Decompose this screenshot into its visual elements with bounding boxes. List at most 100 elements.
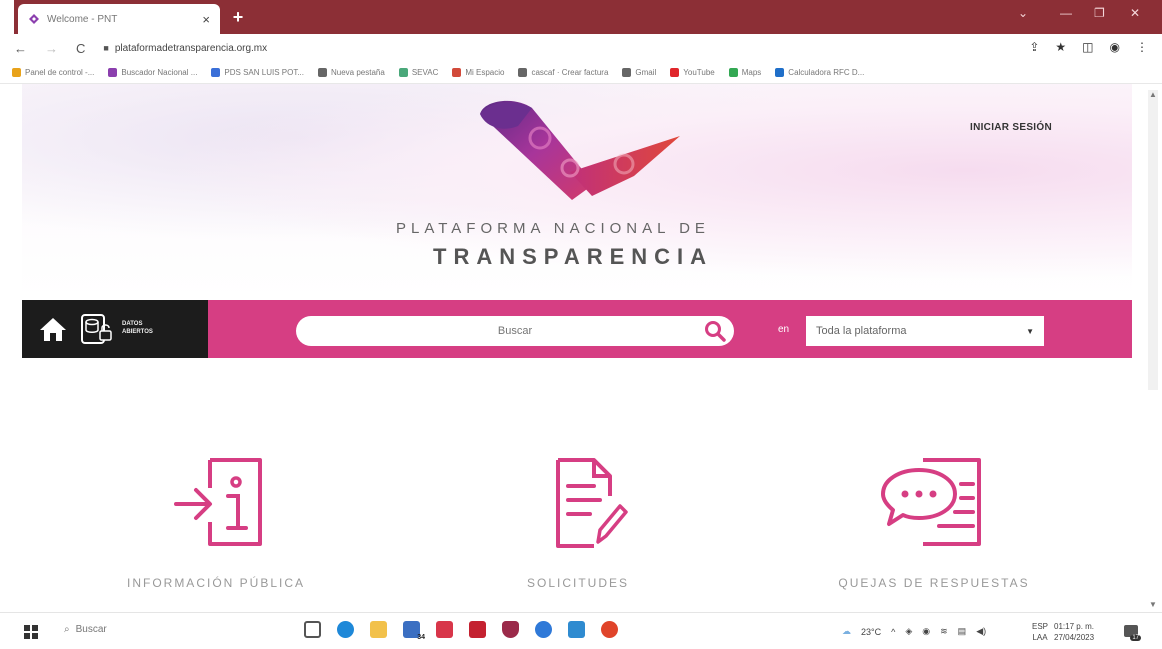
page-scrollbar[interactable] — [1148, 90, 1158, 390]
bookmark-item[interactable]: Panel de control -... — [12, 68, 94, 77]
feature-label: QUEJAS DE RESPUESTAS — [838, 576, 1030, 590]
scroll-up-icon[interactable]: ▲ — [1148, 90, 1158, 99]
bookmark-label: cascaf · Crear factura — [531, 68, 609, 77]
bookmark-item[interactable]: Calculadora RFC D... — [775, 68, 864, 77]
feature-label: SOLICITUDES — [526, 576, 629, 590]
feature-informacion-publica[interactable]: INFORMACIÓN PÚBLICA — [114, 456, 318, 590]
search-input[interactable] — [296, 316, 734, 346]
login-link[interactable]: INICIAR SESIÓN — [970, 122, 1052, 133]
feature-solicitudes[interactable]: SOLICITUDES — [476, 456, 680, 590]
scope-select[interactable]: Toda la plataforma ▼ — [806, 316, 1044, 346]
bookmark-item[interactable]: cascaf · Crear factura — [518, 68, 608, 77]
close-window-icon[interactable]: ✕ — [1130, 6, 1140, 20]
bookmark-star-icon[interactable]: ★ — [1055, 40, 1066, 54]
chevron-down-icon[interactable]: ⌄ — [1018, 6, 1028, 20]
tray-icon[interactable]: ◈ — [905, 626, 912, 637]
bookmark-item[interactable]: YouTube — [670, 68, 715, 77]
bookmark-favicon-icon — [728, 68, 738, 77]
restore-icon[interactable]: ❐ — [1094, 6, 1105, 20]
temperature[interactable]: 23°C — [861, 627, 881, 637]
profile-icon[interactable]: ◉ — [1110, 40, 1120, 54]
bookmark-label: Buscador Nacional ... — [121, 68, 198, 77]
bookmark-favicon-icon — [622, 68, 632, 77]
reload-button[interactable]: C — [76, 41, 85, 56]
calendar-icon[interactable] — [436, 621, 453, 638]
bookmark-favicon-icon — [12, 68, 21, 77]
feature-label: INFORMACIÓN PÚBLICA — [126, 576, 305, 590]
back-button[interactable]: ← — [14, 41, 27, 56]
forward-button[interactable]: → — [45, 41, 58, 56]
bookmark-favicon-icon — [211, 68, 221, 77]
open-data-label[interactable]: DATOS ABIERTOS — [122, 320, 182, 336]
home-nav: DATOS ABIERTOS — [22, 300, 208, 358]
document-pen-icon — [556, 458, 628, 548]
bookmark-favicon-icon — [318, 68, 327, 77]
bookmark-item[interactable]: Mi Espacio — [452, 68, 504, 77]
bookmark-item[interactable]: SEVAC — [398, 68, 439, 77]
page-content: INICIAR SESIÓN PLATAFORMA NACIONAL DE TR… — [0, 84, 1162, 612]
tab-title: Welcome - PNT — [47, 13, 118, 25]
scroll-down-icon[interactable]: ▼ — [1148, 600, 1158, 609]
clock[interactable]: 01:17 p. m. 27/04/2023 — [1054, 621, 1094, 643]
bookmark-item[interactable]: Maps — [728, 68, 762, 77]
bookmark-item[interactable]: PDS SAN LUIS POT... — [211, 68, 304, 77]
volume-icon[interactable]: ◀) — [976, 626, 986, 637]
bookmark-label: Maps — [741, 68, 762, 77]
scope-value: Toda la plataforma — [816, 325, 907, 337]
brand-line-2: TRANSPARENCIA — [433, 244, 714, 269]
minimize-icon[interactable]: — — [1060, 6, 1072, 20]
mail-icon[interactable]: 34 — [403, 621, 425, 641]
taskbar-search[interactable]: ⌕ Buscar — [64, 624, 107, 635]
bookmark-label: YouTube — [683, 68, 715, 77]
bookmark-label: Mi Espacio — [465, 68, 505, 77]
bookmark-favicon-icon — [108, 68, 118, 77]
bookmark-label: Gmail — [635, 68, 657, 77]
bookmark-label: SEVAC — [411, 68, 439, 77]
store-icon[interactable] — [568, 621, 585, 638]
bookmark-item[interactable]: Nueva pestaña — [318, 68, 385, 77]
app-icon[interactable] — [535, 621, 552, 638]
search-bar: DATOS ABIERTOS en Toda la plataforma ▼ — [22, 300, 1132, 358]
url-field[interactable]: plataformadetransparencia.org.mx — [115, 43, 267, 54]
chevron-up-icon[interactable]: ^ — [891, 627, 895, 637]
windows-start-icon[interactable] — [24, 625, 38, 639]
language-indicator[interactable]: ESP LAA — [1032, 621, 1048, 643]
search-icon[interactable] — [704, 320, 726, 342]
tray-icon[interactable]: ◉ — [922, 626, 930, 637]
browser-tab[interactable]: Welcome - PNT × — [18, 4, 220, 34]
lock-icon[interactable]: ■ — [103, 43, 108, 53]
taskbar-apps: 34 — [304, 621, 618, 641]
task-view-icon[interactable] — [304, 621, 321, 638]
feature-quejas-de-respuestas[interactable]: QUEJAS DE RESPUESTAS — [832, 456, 1036, 590]
bookmark-item[interactable]: Buscador Nacional ... — [108, 68, 197, 77]
side-panel-icon[interactable]: ◫ — [1082, 40, 1093, 54]
browser-titlebar: Welcome - PNT × + ⌄ — ❐ ✕ — [0, 0, 1162, 34]
edge-icon[interactable] — [337, 621, 354, 638]
windows-taskbar: ⌕ Buscar 34 ☁ 23°C ^ ◈ ◉ ≋ ▤ ◀) ESP LAA … — [0, 612, 1162, 649]
wifi-icon[interactable]: ≋ — [940, 626, 948, 637]
brand-line-1: PLATAFORMA NACIONAL DE — [396, 220, 710, 237]
notification-icon[interactable]: 17 — [1124, 625, 1141, 641]
network-icon[interactable]: ▤ — [958, 626, 967, 637]
new-tab-button[interactable]: + — [228, 8, 248, 28]
file-explorer-icon[interactable] — [370, 621, 387, 638]
taskbar-search-label: Buscar — [75, 624, 107, 635]
tab-close-icon[interactable]: × — [202, 12, 210, 27]
share-icon[interactable]: ⇪ — [1029, 40, 1039, 54]
address-bar: ← → C ■ plataformadetransparencia.org.mx… — [0, 34, 1162, 62]
home-icon[interactable] — [38, 316, 68, 342]
bookmark-favicon-icon — [398, 68, 408, 77]
bookmark-label: PDS SAN LUIS POT... — [224, 68, 304, 77]
pnt-logo-icon — [480, 100, 680, 200]
security-shield-icon[interactable] — [502, 621, 519, 638]
chat-doc-icon — [881, 458, 981, 546]
bookmark-item[interactable]: Gmail — [622, 68, 656, 77]
menu-icon[interactable]: ⋮ — [1136, 40, 1148, 54]
bookmark-favicon-icon — [670, 68, 680, 77]
weather-icon[interactable]: ☁ — [842, 626, 851, 637]
open-data-icon[interactable] — [80, 313, 114, 345]
scope-prefix-label: en — [778, 324, 790, 335]
mail-badge: 34 — [417, 634, 425, 641]
pdf-reader-icon[interactable] — [469, 621, 486, 638]
chrome-icon[interactable] — [601, 621, 618, 638]
